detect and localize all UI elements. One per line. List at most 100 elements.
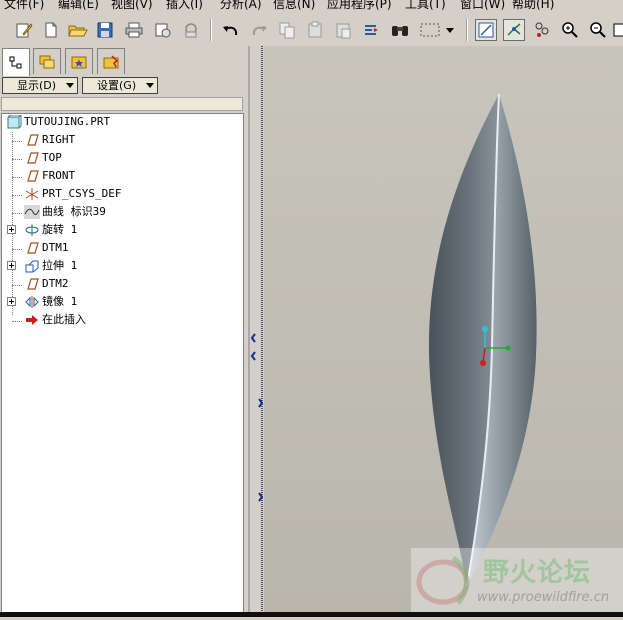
watermark: 野火论坛 www.proewildfire.cn <box>411 548 623 612</box>
paste-icon <box>308 21 322 38</box>
datum-axis-display-icon <box>507 23 521 36</box>
tree-item-csys[interactable]: PRT_CSYS_DEF <box>2 186 242 204</box>
datum-plane-icon <box>24 151 40 165</box>
regenerate-button[interactable] <box>360 19 382 41</box>
open-folder-icon <box>68 25 88 37</box>
send-mail-button[interactable] <box>152 19 174 41</box>
panel-splitter[interactable] <box>248 46 264 617</box>
pencil-icon <box>16 23 33 38</box>
menu-view[interactable]: 视图(V) <box>111 0 153 11</box>
menu-insert[interactable]: 插入(I) <box>166 0 203 11</box>
mail-icon <box>155 23 171 38</box>
menu-info[interactable]: 信息(N) <box>273 0 315 11</box>
menu-edit[interactable]: 编辑(E) <box>58 0 99 11</box>
toolbar-separator <box>210 19 212 41</box>
splitter-graphics <box>248 46 264 617</box>
tree-item-curve[interactable]: 曲线 标识39 <box>2 204 242 222</box>
tree-item-revolve[interactable]: 旋转 1 <box>2 222 242 240</box>
tab-folder-browser[interactable] <box>33 48 61 74</box>
tree-item-extrude[interactable]: 拉伸 1 <box>2 258 242 276</box>
settings-dropdown[interactable]: 设置(G) <box>82 77 158 94</box>
save-icon <box>97 22 113 38</box>
redo-icon <box>252 26 267 36</box>
datum-axes-toggle[interactable] <box>503 19 525 41</box>
zoom-out-button[interactable] <box>587 19 609 41</box>
display-dropdown[interactable]: 显示(D) <box>2 77 78 94</box>
copy-button[interactable] <box>276 19 298 41</box>
new-file-icon <box>45 22 57 38</box>
new-pencil-button[interactable] <box>13 19 35 41</box>
watermark-title: 野火论坛 <box>483 558 592 588</box>
datum-points-toggle[interactable] <box>531 19 553 41</box>
select-box-button[interactable] <box>417 19 443 41</box>
status-bar <box>0 612 623 617</box>
tree-item-part[interactable]: TUTOUJING.PRT <box>2 114 242 132</box>
tree-item-front[interactable]: FRONT <box>2 168 242 186</box>
menu-help[interactable]: 帮助(H) <box>512 0 554 11</box>
tree-item-label: 镜像 1 <box>42 295 78 308</box>
menu-file[interactable]: 文件(F) <box>4 0 44 11</box>
graphics-viewport[interactable] <box>264 46 623 617</box>
menu-applications[interactable]: 应用程序(P) <box>327 0 392 11</box>
navigator-panel: 显示(D) 设置(G) TUTOUJING.PRT RIGHT TOP FRON… <box>0 46 248 617</box>
tab-model-tree[interactable] <box>2 48 30 76</box>
open-button[interactable] <box>67 19 89 41</box>
toolbar-separator <box>466 19 468 41</box>
tab-connections[interactable] <box>97 48 125 74</box>
chevron-down-icon <box>146 83 154 88</box>
datum-plane-display-icon <box>478 22 494 38</box>
tree-item-label: FRONT <box>42 169 76 182</box>
tree-item-label: RIGHT <box>42 133 76 146</box>
select-dropdown-button[interactable] <box>443 19 457 41</box>
refit-button[interactable] <box>612 19 623 41</box>
binoculars-icon <box>392 26 408 36</box>
expand-icon[interactable] <box>7 225 16 234</box>
new-file-button[interactable] <box>40 19 62 41</box>
datum-planes-toggle[interactable] <box>475 19 497 41</box>
find-button[interactable] <box>389 19 411 41</box>
link-icon <box>185 23 197 38</box>
extrude-icon <box>24 259 40 273</box>
part-icon <box>6 114 23 129</box>
datum-point-display-icon <box>535 22 549 37</box>
tree-item-right[interactable]: RIGHT <box>2 132 242 150</box>
redo-button[interactable] <box>248 19 270 41</box>
print-button[interactable] <box>123 19 145 41</box>
menu-analysis[interactable]: 分析(A) <box>220 0 262 11</box>
paste-button[interactable] <box>304 19 326 41</box>
menu-bar: 文件(F) 编辑(E) 视图(V) 插入(I) 分析(A) 信息(N) 应用程序… <box>0 0 623 12</box>
favorites-icon <box>71 56 87 68</box>
chevron-down-icon <box>66 83 74 88</box>
watermark-url: www.proewildfire.cn <box>477 590 610 605</box>
zoom-in-button[interactable] <box>559 19 581 41</box>
paste-special-button[interactable] <box>332 19 354 41</box>
connections-icon <box>103 54 119 68</box>
tree-item-top[interactable]: TOP <box>2 150 242 168</box>
watermark-logo-icon <box>416 555 470 605</box>
printer-icon <box>125 22 143 38</box>
model-tree[interactable]: TUTOUJING.PRT RIGHT TOP FRONT PRT_CSYS_D… <box>1 113 244 613</box>
zoom-in-icon <box>562 22 578 38</box>
tree-item-mirror[interactable]: 镜像 1 <box>2 294 242 312</box>
send-link-button[interactable] <box>180 19 202 41</box>
paste-special-icon <box>336 23 351 39</box>
tree-column-header <box>1 97 243 111</box>
copy-icon <box>279 22 295 39</box>
regenerate-icon <box>365 25 378 35</box>
tree-item-insert-here[interactable]: 在此插入 <box>2 312 242 330</box>
tree-item-dtm2[interactable]: DTM2 <box>2 276 242 294</box>
undo-button[interactable] <box>220 19 242 41</box>
menu-tools[interactable]: 工具(T) <box>405 0 446 11</box>
chevron-down-icon <box>446 28 454 33</box>
menu-window[interactable]: 窗口(W) <box>460 0 505 11</box>
tree-item-dtm1[interactable]: DTM1 <box>2 240 242 258</box>
toolbar <box>0 12 623 47</box>
expand-icon[interactable] <box>7 261 16 270</box>
display-dropdown-label: 显示(D) <box>17 79 57 92</box>
tab-favorites[interactable] <box>65 48 93 74</box>
save-button[interactable] <box>94 19 116 41</box>
tree-item-label: 拉伸 1 <box>42 259 78 272</box>
csys-icon <box>24 187 40 201</box>
datum-plane-icon <box>24 169 40 183</box>
expand-icon[interactable] <box>7 297 16 306</box>
